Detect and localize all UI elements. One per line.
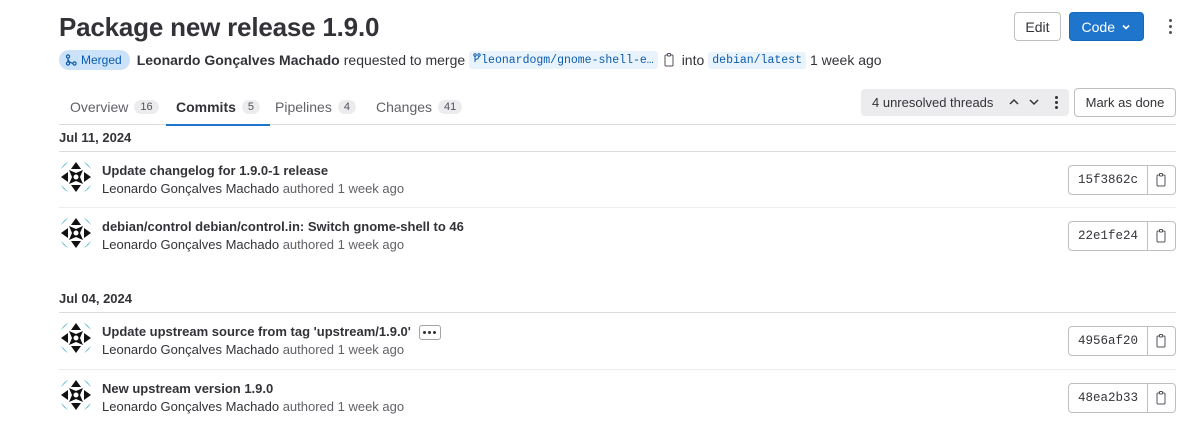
copy-icon[interactable] (664, 53, 676, 67)
commit-sha[interactable]: 48ea2b33 (1069, 384, 1148, 412)
avatar[interactable] (59, 160, 93, 194)
mr-author[interactable]: Leonardo Gonçalves Machado (137, 52, 340, 68)
edit-button[interactable]: Edit (1014, 12, 1061, 41)
commit-author[interactable]: Leonardo Gonçalves Machado (102, 399, 279, 414)
commit-row: debian/control debian/control.in: Switch… (59, 208, 1176, 264)
commit-authored: authored 1 week ago (282, 342, 405, 357)
code-button[interactable]: Code (1068, 12, 1144, 41)
page-title: Package new release 1.9.0 (59, 12, 380, 42)
source-branch-label: leonardogm/gnome-shell-e… (481, 54, 654, 67)
commit-author[interactable]: Leonardo Gonçalves Machado (102, 181, 279, 196)
chevron-down-icon[interactable] (1027, 95, 1041, 109)
commit-title: Update upstream source from tag 'upstrea… (102, 324, 441, 341)
commit-authored: authored 1 week ago (282, 237, 405, 252)
tab-changes[interactable]: Changes 41 (376, 88, 463, 125)
commit-title[interactable]: debian/control debian/control.in: Switch… (102, 219, 464, 234)
commit-sha[interactable]: 4956af20 (1069, 327, 1148, 355)
code-button-label: Code (1081, 18, 1115, 35)
tab-label: Commits (176, 98, 236, 115)
commit-date-heading: Jul 11, 2024 (59, 130, 132, 145)
commit-author[interactable]: Leonardo Gonçalves Machado (102, 342, 279, 357)
tab-count: 41 (438, 99, 463, 114)
commit-title[interactable]: New upstream version 1.9.0 (102, 381, 273, 396)
tab-label: Pipelines (275, 98, 332, 115)
tab-label: Changes (376, 98, 433, 115)
commit-author[interactable]: Leonardo Gonçalves Machado (102, 237, 279, 252)
chevron-down-icon (1122, 24, 1130, 30)
branch-icon (473, 53, 481, 62)
commit-meta: Leonardo Gonçalves Machado authored 1 we… (102, 181, 404, 196)
copy-icon[interactable] (1148, 384, 1175, 412)
mark-as-done-button[interactable]: Mark as done (1074, 88, 1176, 117)
commit-date-heading: Jul 04, 2024 (59, 291, 132, 306)
commit-sha-group: 4956af20 (1067, 326, 1176, 356)
commit-sha-group: 22e1fe24 (1067, 221, 1176, 251)
copy-icon[interactable] (1148, 166, 1175, 194)
tab-count: 16 (134, 99, 159, 114)
copy-icon[interactable] (1148, 327, 1175, 355)
tab-overview[interactable]: Overview 16 (70, 88, 159, 125)
target-branch[interactable]: debian/latest (708, 51, 806, 69)
commit-row: Update changelog for 1.9.0-1 release Leo… (59, 152, 1176, 208)
avatar[interactable] (59, 378, 93, 412)
tab-count: 4 (337, 99, 356, 114)
commit-sha-group: 48ea2b33 (1067, 383, 1176, 413)
merge-icon (65, 54, 77, 66)
status-badge-label: Merged (81, 53, 122, 67)
tab-label: Overview (70, 98, 129, 115)
copy-icon[interactable] (1148, 222, 1175, 250)
unresolved-threads[interactable]: 4 unresolved threads (861, 89, 1069, 116)
tab-commits[interactable]: Commits 5 (165, 88, 271, 126)
commit-title-text[interactable]: Update upstream source from tag 'upstrea… (102, 324, 411, 339)
more-actions-kebab-icon[interactable] (1158, 12, 1182, 41)
merge-request-meta: Merged Leonardo Gonçalves Machado reques… (59, 50, 882, 70)
tab-pipelines[interactable]: Pipelines 4 (275, 88, 356, 125)
into-text: into (681, 52, 705, 68)
status-badge: Merged (59, 50, 130, 70)
expand-description-button[interactable] (418, 325, 441, 341)
commit-title[interactable]: Update changelog for 1.9.0-1 release (102, 163, 328, 178)
commit-meta: Leonardo Gonçalves Machado authored 1 we… (102, 399, 404, 414)
chevron-up-icon[interactable] (1007, 95, 1021, 109)
commit-sha-group: 15f3862c (1067, 165, 1176, 195)
threads-label: 4 unresolved threads (872, 95, 994, 110)
source-branch[interactable]: leonardogm/gnome-shell-e… (469, 51, 658, 69)
commit-meta: Leonardo Gonçalves Machado authored 1 we… (102, 342, 404, 357)
threads-kebab-icon[interactable] (1055, 96, 1058, 109)
commit-authored: authored 1 week ago (282, 181, 405, 196)
commit-sha[interactable]: 22e1fe24 (1069, 222, 1148, 250)
avatar[interactable] (59, 321, 93, 355)
commit-authored: authored 1 week ago (282, 399, 405, 414)
commit-row: Update upstream source from tag 'upstrea… (59, 313, 1176, 369)
requested-text: requested to merge (343, 52, 466, 68)
commit-row: New upstream version 1.9.0 Leonardo Gonç… (59, 370, 1176, 426)
merge-time: 1 week ago (809, 52, 882, 68)
tab-count: 5 (241, 99, 261, 114)
commit-meta: Leonardo Gonçalves Machado authored 1 we… (102, 237, 404, 252)
header-actions: Edit Code (1014, 12, 1182, 41)
commit-sha[interactable]: 15f3862c (1069, 166, 1148, 194)
avatar[interactable] (59, 216, 93, 250)
